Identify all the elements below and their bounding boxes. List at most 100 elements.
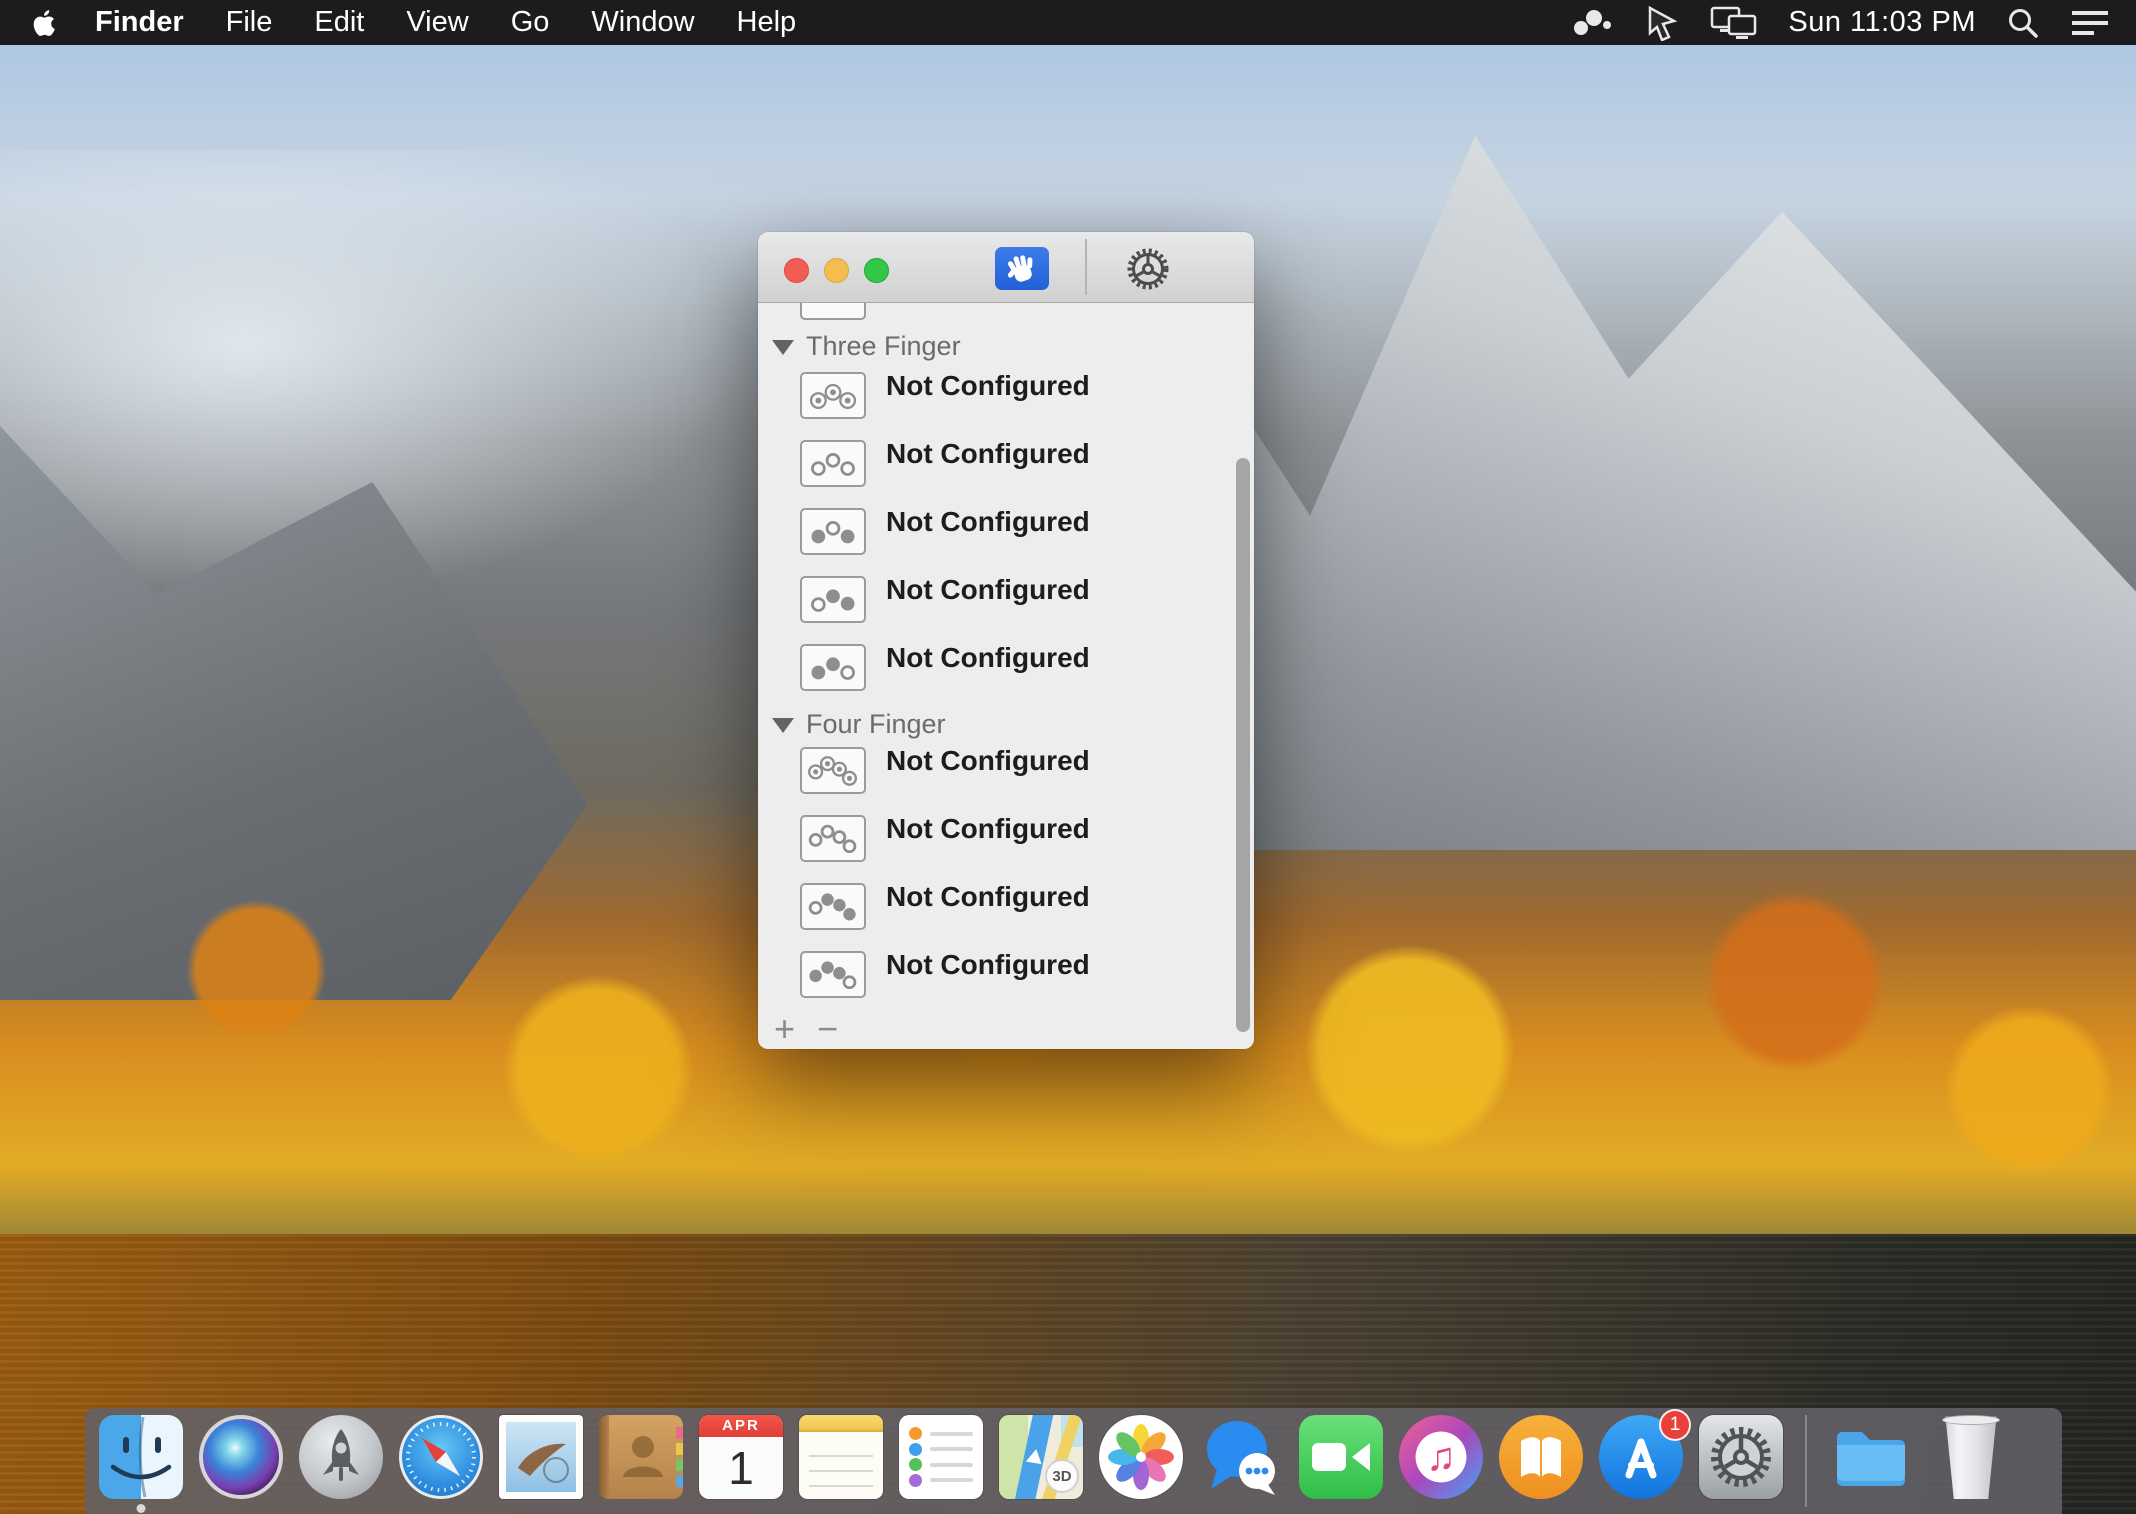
- remove-gesture-button[interactable]: −: [817, 1011, 838, 1047]
- four-finger-right-filled-icon: [800, 883, 866, 930]
- dock-reminders[interactable]: [899, 1415, 983, 1499]
- dock-appstore[interactable]: 1: [1599, 1415, 1683, 1499]
- dock-calendar[interactable]: APR 1: [699, 1415, 783, 1499]
- disclosure-triangle-icon[interactable]: [772, 340, 794, 355]
- gesture-status: Not Configured: [886, 880, 1090, 914]
- dock: APR 1 3D: [85, 1408, 2062, 1514]
- spotlight-icon[interactable]: [2006, 0, 2040, 45]
- three-finger-right-filled-icon: [800, 576, 866, 623]
- dock-system-preferences[interactable]: [1699, 1415, 1783, 1499]
- menu-view[interactable]: View: [385, 0, 489, 45]
- gesture-status: Not Configured: [886, 505, 1090, 539]
- dock-notes[interactable]: [799, 1415, 883, 1499]
- dock-safari[interactable]: [399, 1415, 483, 1499]
- dock-contacts[interactable]: [599, 1415, 683, 1499]
- dock-messages[interactable]: [1199, 1415, 1283, 1499]
- facetime-icon: [1299, 1415, 1383, 1499]
- dock-ibooks[interactable]: [1499, 1415, 1583, 1499]
- gesture-row[interactable]: Not Configured: [800, 440, 1090, 487]
- gesture-status: Not Configured: [886, 573, 1090, 607]
- mail-icon: [499, 1415, 583, 1499]
- gesture-status: Not Configured: [886, 744, 1090, 778]
- launchpad-icon: [299, 1415, 383, 1499]
- dock-maps[interactable]: 3D: [999, 1415, 1083, 1499]
- gesture-row[interactable]: Not Configured: [800, 508, 1090, 555]
- close-button[interactable]: [784, 258, 809, 283]
- messages-icon: [1199, 1415, 1283, 1499]
- list-footer: + −: [774, 1011, 838, 1047]
- apple-logo-icon: [30, 7, 56, 39]
- zoom-button[interactable]: [864, 258, 889, 283]
- section-label: Three Finger: [806, 331, 961, 362]
- four-finger-tap-rings-icon: [800, 747, 866, 794]
- dock-itunes[interactable]: ♫: [1399, 1415, 1483, 1499]
- trackpad-gestures-tab[interactable]: [995, 247, 1049, 290]
- three-finger-tap-rings-icon: [800, 372, 866, 419]
- ibooks-icon: [1499, 1415, 1583, 1499]
- menu-go[interactable]: Go: [490, 0, 571, 45]
- minimize-button[interactable]: [824, 258, 849, 283]
- menu-window[interactable]: Window: [570, 0, 715, 45]
- menu-file[interactable]: File: [205, 0, 294, 45]
- photos-icon: [1099, 1415, 1183, 1499]
- section-three-finger[interactable]: Three Finger: [772, 329, 961, 363]
- dock-photos[interactable]: [1099, 1415, 1183, 1499]
- menu-clock[interactable]: Sun 11:03 PM: [1788, 6, 1976, 39]
- gesture-row[interactable]: Not Configured: [800, 576, 1090, 623]
- four-finger-outline-icon: [800, 815, 866, 862]
- finder-icon: [99, 1415, 183, 1499]
- dock-finder[interactable]: [99, 1415, 183, 1499]
- dock-downloads-folder[interactable]: [1829, 1415, 1913, 1499]
- disclosure-triangle-icon[interactable]: [772, 718, 794, 733]
- itunes-note-glyph: ♫: [1426, 1435, 1456, 1480]
- add-gesture-button[interactable]: +: [774, 1011, 795, 1047]
- dock-trash[interactable]: [1929, 1415, 2013, 1499]
- trash-rim: [1942, 1415, 1999, 1425]
- dock-launchpad[interactable]: [299, 1415, 383, 1499]
- menu-app-name[interactable]: Finder: [74, 0, 205, 45]
- finder-running-indicator: [137, 1504, 146, 1513]
- calendar-icon: APR 1: [699, 1415, 783, 1499]
- gesture-row[interactable]: Not Configured: [800, 815, 1090, 862]
- gesture-row[interactable]: Not Configured: [800, 372, 1090, 419]
- toolbar-separator: [1085, 239, 1087, 295]
- menu-edit[interactable]: Edit: [293, 0, 385, 45]
- menu-bar: Finder File Edit View Go Window Help: [0, 0, 2136, 45]
- app-dots-icon[interactable]: [1570, 0, 1614, 45]
- notification-center-icon[interactable]: [2070, 0, 2110, 45]
- maps-icon: 3D: [999, 1415, 1083, 1499]
- appstore-badge: 1: [1659, 1409, 1691, 1441]
- gesture-status: Not Configured: [886, 369, 1090, 403]
- contacts-icon: [599, 1415, 683, 1499]
- calendar-month: APR: [699, 1415, 783, 1437]
- gesture-row[interactable]: Not Configured: [800, 747, 1090, 794]
- desktop: Finder File Edit View Go Window Help: [0, 0, 2136, 1514]
- siri-icon: [199, 1415, 283, 1499]
- notes-icon: [799, 1415, 883, 1499]
- gear-icon: [1125, 246, 1171, 292]
- apple-menu[interactable]: [22, 0, 74, 45]
- scrollbar-thumb[interactable]: [1236, 458, 1250, 1032]
- safari-icon: [399, 1415, 483, 1499]
- gesture-row[interactable]: Not Configured: [800, 951, 1090, 998]
- menu-help[interactable]: Help: [716, 0, 818, 45]
- gesture-icon-partial: [800, 303, 866, 320]
- dock-mail[interactable]: [499, 1415, 583, 1499]
- maps-3d-badge: 3D: [1045, 1459, 1079, 1493]
- dock-facetime[interactable]: [1299, 1415, 1383, 1499]
- settings-tab[interactable]: [1124, 245, 1172, 293]
- section-four-finger[interactable]: Four Finger: [772, 707, 946, 741]
- three-finger-outline-icon: [800, 440, 866, 487]
- screen-share-cursor-icon[interactable]: [1644, 0, 1680, 45]
- airplay-displays-icon[interactable]: [1710, 0, 1758, 45]
- trash-icon: [1939, 1415, 2003, 1499]
- dock-siri[interactable]: [199, 1415, 283, 1499]
- gesture-row[interactable]: Not Configured: [800, 883, 1090, 930]
- gesture-status: Not Configured: [886, 948, 1090, 982]
- three-finger-outer-filled-icon: [800, 508, 866, 555]
- calendar-day: 1: [699, 1437, 783, 1499]
- folder-icon: [1829, 1415, 1913, 1499]
- gesture-list: Three Finger Not Configured Not Configur…: [758, 303, 1254, 1049]
- gesture-row[interactable]: Not Configured: [800, 644, 1090, 691]
- window-titlebar[interactable]: [758, 232, 1254, 303]
